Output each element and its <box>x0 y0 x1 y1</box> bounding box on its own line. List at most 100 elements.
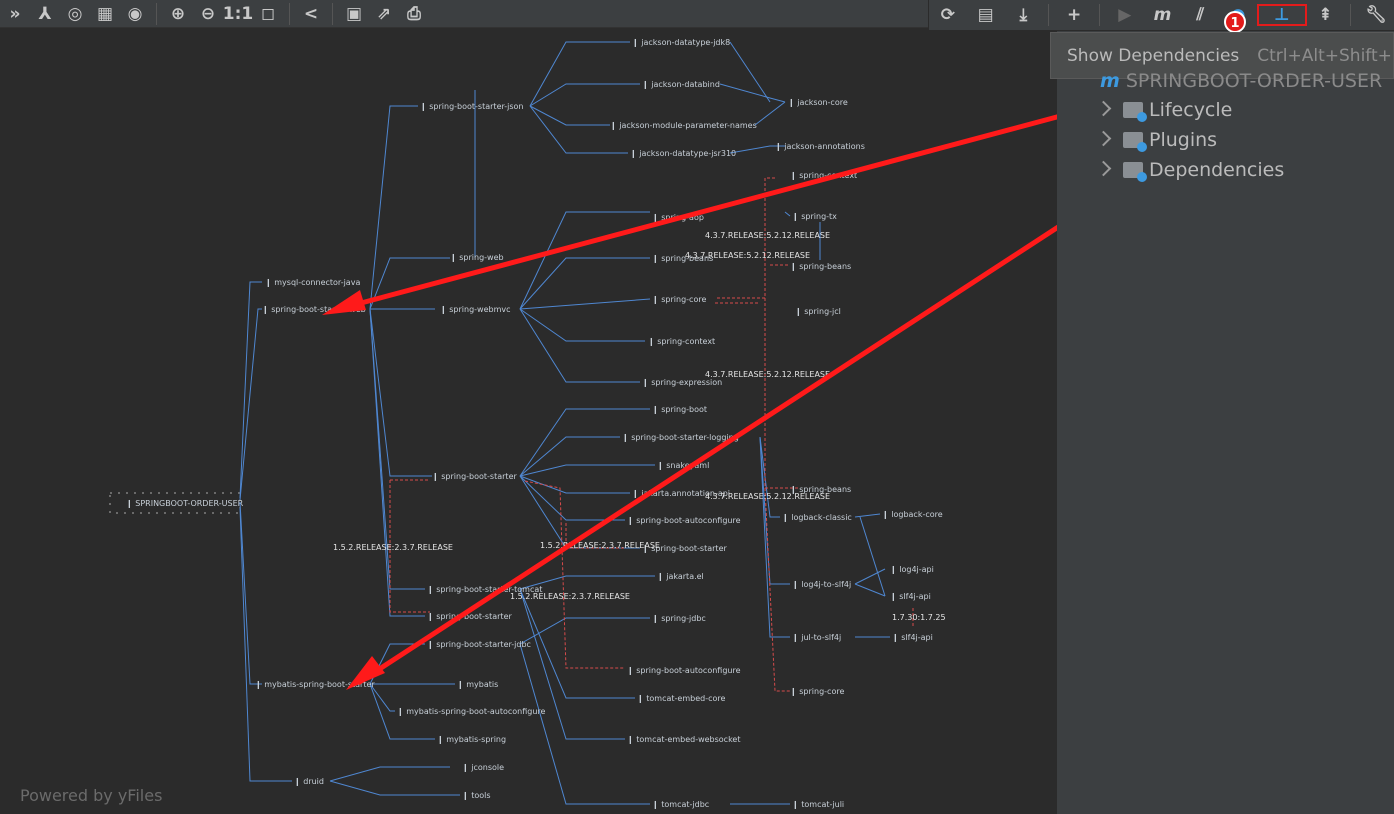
graph-node[interactable]: ❙ spring-core <box>790 687 844 696</box>
graph-node[interactable]: ❙ slf4j-api <box>892 633 933 642</box>
svg-text:❙ SPRINGBOOT-ORDER-USER: ❙ SPRINGBOOT-ORDER-USER <box>126 499 244 508</box>
toolbar-separator <box>1350 4 1352 26</box>
maven-icon[interactable]: m <box>1144 2 1182 28</box>
tooltip-shortcut: Ctrl+Alt+Shift+ <box>1257 46 1392 66</box>
version-labels: 4.3.7.RELEASE:5.2.12.RELEASE 4.3.7.RELEA… <box>333 231 946 622</box>
maven-tree-item-dependencies[interactable]: Dependencies <box>1095 156 1284 184</box>
graph-node[interactable]: ❙ tomcat-juli <box>792 800 844 809</box>
graph-node[interactable]: ❙ mybatis-spring <box>437 735 506 744</box>
graph-node[interactable]: ❙ spring-webmvc <box>440 305 511 314</box>
step-badge: 1 <box>1224 11 1246 33</box>
chevron-right-icon[interactable] <box>1095 130 1112 147</box>
download-icon[interactable]: ⤓ <box>1004 2 1042 28</box>
print-icon[interactable]: ⎙ <box>399 1 429 27</box>
svg-text:1.5.2.RELEASE:2.3.7.RELEASE: 1.5.2.RELEASE:2.3.7.RELEASE <box>510 592 630 601</box>
reimport-icon[interactable]: ▤ <box>967 2 1005 28</box>
zoom-out-icon[interactable]: ⊖ <box>193 1 223 27</box>
graph-node[interactable]: ❙ tomcat-embed-core <box>637 694 725 703</box>
chevron-right-icon[interactable] <box>1095 160 1112 177</box>
graph-node[interactable]: ❙ jackson-databind <box>642 80 720 89</box>
graph-node[interactable]: ❙ spring-boot-autoconfigure <box>627 666 741 675</box>
folder-library-icon <box>1123 162 1147 182</box>
graph-node[interactable]: ❙ spring-boot <box>652 405 707 414</box>
toggle-offline-icon[interactable]: ⫽ <box>1181 2 1219 28</box>
toolbar-separator <box>332 2 333 25</box>
settings-icon[interactable]: 🔧︎ <box>1357 2 1394 28</box>
actual-size-icon[interactable]: 1:1 <box>223 1 253 27</box>
graph-node[interactable]: ❙ jackson-datatype-jdk8 <box>632 38 730 47</box>
maven-module-icon: m <box>1100 70 1120 92</box>
fork-icon[interactable]: ⅄ <box>30 1 60 27</box>
graph-node[interactable]: ❙ logback-classic <box>782 513 852 522</box>
save-icon[interactable]: ▣ <box>339 1 369 27</box>
maven-toolbar: ⟳ ▤ ⤓ + ▶ m ⫽ ● ⊥ ⇞ 🔧︎ <box>928 0 1394 31</box>
fit-icon[interactable]: ◻ <box>253 1 283 27</box>
svg-text:4.3.7.RELEASE:5.2.12.RELEASE: 4.3.7.RELEASE:5.2.12.RELEASE <box>705 492 830 501</box>
svg-text:1.5.2.RELEASE:2.3.7.RELEASE: 1.5.2.RELEASE:2.3.7.RELEASE <box>333 543 453 552</box>
graph-node[interactable]: ❙ spring-beans <box>790 262 851 271</box>
maven-tree-item-plugins[interactable]: Plugins <box>1095 126 1217 154</box>
graph-node[interactable]: ❙ spring-boot-starter <box>427 612 512 621</box>
graph-node[interactable]: ❙ spring-boot-starter-logging <box>622 433 739 442</box>
graph-node[interactable]: ❙ log4j-to-slf4j <box>792 580 851 589</box>
graph-node[interactable]: ❙ jackson-datatype-jsr310 <box>630 149 736 158</box>
eye-icon[interactable]: ◉ <box>120 1 150 27</box>
folder-gear-icon <box>1123 132 1147 152</box>
dependency-graph: ❙ SPRINGBOOT-ORDER-USER ❙ mysql-connecto… <box>109 38 1057 809</box>
graph-node[interactable]: ❙ spring-boot-autoconfigure <box>627 516 741 525</box>
tooltip-label: Show Dependencies <box>1067 46 1240 66</box>
graph-node[interactable]: ❙ jul-to-slf4j <box>792 633 841 642</box>
graph-node[interactable]: ❙ jackson-annotations <box>775 142 865 151</box>
graph-node[interactable]: ❙ jakarta.el <box>657 572 704 581</box>
chevron-right-icon[interactable] <box>1095 100 1112 117</box>
graph-node[interactable]: ❙ slf4j-api <box>890 592 931 601</box>
graph-node[interactable]: ❙ spring-jcl <box>795 307 841 316</box>
collapse-icon[interactable]: ⇞ <box>1307 2 1345 28</box>
toolbar-separator <box>1098 4 1100 26</box>
graph-node[interactable]: ❙ tomcat-jdbc <box>652 800 709 809</box>
graph-node[interactable]: ❙ mybatis-spring-boot-autoconfigure <box>397 707 546 716</box>
diagram-toolbar: » ⅄ ◎ ▦ ◉ ⊕ ⊖ 1:1 ◻ < ▣ ⇗ ⎙ <box>0 0 1057 28</box>
toolbar-separator <box>156 2 157 25</box>
toolbar-separator <box>1048 4 1050 26</box>
svg-text:1.5.2.RELEASE:2.3.7.RELEASE: 1.5.2.RELEASE:2.3.7.RELEASE <box>540 541 660 550</box>
zoom-in-icon[interactable]: ⊕ <box>163 1 193 27</box>
share-icon[interactable]: < <box>296 1 326 27</box>
run-icon[interactable]: ▶ <box>1106 2 1144 28</box>
graph-node[interactable]: ❙ spring-boot-starter <box>432 472 517 481</box>
graph-node[interactable]: ❙ mysql-connector-java <box>265 278 360 287</box>
graph-node[interactable]: ❙ spring-jdbc <box>652 614 706 623</box>
graph-node[interactable]: ❙ spring-boot-starter-json <box>420 102 524 111</box>
svg-text:4.3.7.RELEASE:5.2.12.RELEASE: 4.3.7.RELEASE:5.2.12.RELEASE <box>705 370 830 379</box>
graph-node[interactable]: ❙ log4j-api <box>890 565 934 574</box>
grid-icon[interactable]: ▦ <box>90 1 120 27</box>
graph-node[interactable]: ❙ spring-web <box>450 253 504 262</box>
annotation-arrows <box>322 114 1057 690</box>
powered-by-label: Powered by yFiles <box>20 786 163 805</box>
maven-tree-item-lifecycle[interactable]: Lifecycle <box>1095 96 1232 124</box>
focus-icon[interactable]: ◎ <box>60 1 90 27</box>
refresh-icon[interactable]: ⟳ <box>929 2 967 28</box>
graph-node[interactable]: ❙ jconsole <box>462 763 504 772</box>
export-icon[interactable]: ⇗ <box>369 1 399 27</box>
graph-node[interactable]: ❙ spring-expression <box>642 378 722 387</box>
graph-node[interactable]: ❙ spring-boot-starter-jdbc <box>427 640 531 649</box>
graph-node[interactable]: ❙ tomcat-embed-websocket <box>627 735 740 744</box>
graph-node[interactable]: ❙ tools <box>462 791 491 800</box>
show-dependencies-icon[interactable]: ⊥ <box>1256 4 1307 26</box>
graph-node[interactable]: ❙ spring-tx <box>792 212 837 221</box>
graph-node[interactable]: ❙ spring-core <box>652 295 706 304</box>
graph-nodes: ❙ mysql-connector-java ❙ spring-boot-sta… <box>255 38 943 809</box>
svg-text:4.3.7.RELEASE:5.2.12.RELEASE: 4.3.7.RELEASE:5.2.12.RELEASE <box>685 251 810 260</box>
graph-node[interactable]: ❙ jackson-core <box>788 98 848 107</box>
svg-text:4.3.7.RELEASE:5.2.12.RELEASE: 4.3.7.RELEASE:5.2.12.RELEASE <box>705 231 830 240</box>
graph-node[interactable]: ❙ jackson-module-parameter-names <box>610 121 757 130</box>
graph-node[interactable]: ❙ logback-core <box>882 510 943 519</box>
add-icon[interactable]: + <box>1055 2 1093 28</box>
maven-project-node[interactable]: m SPRINGBOOT-ORDER-USER <box>1100 67 1382 95</box>
graph-node[interactable]: ❙ spring-context <box>648 337 715 346</box>
graph-node[interactable]: ❙ druid <box>294 777 324 786</box>
graph-node[interactable]: ❙ mybatis <box>457 680 498 689</box>
graph-root-node[interactable]: ❙ SPRINGBOOT-ORDER-USER <box>109 492 244 514</box>
expand-icon[interactable]: » <box>0 1 30 27</box>
